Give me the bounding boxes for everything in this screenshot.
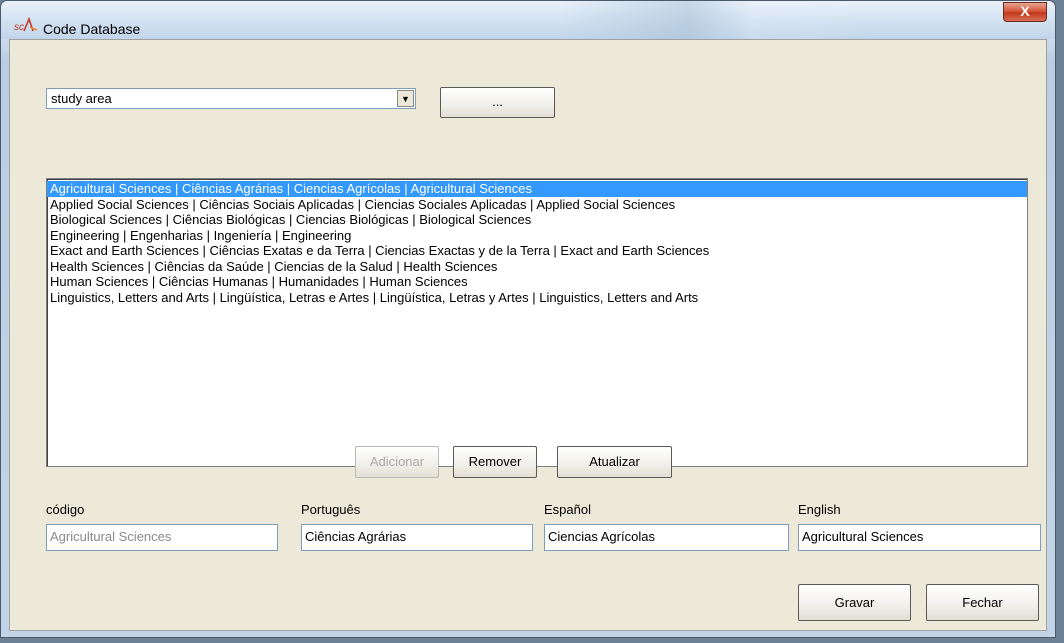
list-item[interactable]: Applied Social Sciences | Ciências Socia…: [47, 197, 1027, 213]
list-item[interactable]: Exact and Earth Sciences | Ciências Exat…: [47, 243, 1027, 259]
browse-button[interactable]: ...: [440, 87, 555, 118]
code-database-window: sc Code Database X study area ▼ ... Agri…: [0, 0, 1056, 638]
list-item[interactable]: Biological Sciences | Ciências Biológica…: [47, 212, 1027, 228]
portuguese-label: Português: [301, 502, 361, 517]
list-item[interactable]: Engineering | Engenharias | Ingeniería |…: [47, 228, 1027, 244]
dialog-client-area: study area ▼ ... Agricultural Sciences |…: [9, 39, 1047, 631]
update-button[interactable]: Atualizar: [557, 446, 672, 478]
code-field[interactable]: Agricultural Sciences: [46, 524, 278, 551]
portuguese-field[interactable]: Ciências Agrárias: [301, 524, 533, 551]
title-bar[interactable]: sc Code Database X: [1, 1, 1055, 39]
save-button[interactable]: Gravar: [798, 584, 911, 621]
category-select[interactable]: study area ▼: [46, 88, 416, 109]
add-button[interactable]: Adicionar: [355, 446, 439, 478]
remove-button-label: Remover: [468, 454, 522, 469]
list-item[interactable]: Agricultural Sciences | Ciências Agrária…: [47, 181, 1027, 197]
close-window-button[interactable]: X: [1003, 2, 1047, 22]
spanish-label: Español: [544, 502, 591, 517]
svg-text:sc: sc: [14, 22, 24, 33]
close-button[interactable]: Fechar: [926, 584, 1039, 621]
close-icon: X: [1020, 3, 1030, 19]
codes-listbox[interactable]: Agricultural Sciences | Ciências Agrária…: [46, 178, 1028, 467]
list-item[interactable]: Health Sciences | Ciências da Saúde | Ci…: [47, 259, 1027, 275]
close-button-label: Fechar: [962, 595, 1003, 610]
list-item[interactable]: Linguistics, Letters and Arts | Lingüíst…: [47, 290, 1027, 306]
list-item[interactable]: Human Sciences | Ciências Humanas | Huma…: [47, 274, 1027, 290]
browse-button-label: ...: [492, 94, 503, 109]
spanish-field[interactable]: Ciencias Agrícolas: [544, 524, 789, 551]
remove-button[interactable]: Remover: [453, 446, 537, 478]
save-button-label: Gravar: [834, 595, 875, 610]
app-logo-icon: sc: [14, 17, 38, 33]
update-button-label: Atualizar: [589, 454, 640, 469]
window-title: Code Database: [43, 21, 141, 37]
english-field[interactable]: Agricultural Sciences: [798, 524, 1041, 551]
code-label: código: [46, 502, 85, 517]
add-button-label: Adicionar: [369, 454, 425, 469]
english-label: English: [798, 502, 841, 517]
dropdown-arrow-icon[interactable]: ▼: [397, 90, 414, 107]
category-select-value: study area: [51, 91, 112, 106]
